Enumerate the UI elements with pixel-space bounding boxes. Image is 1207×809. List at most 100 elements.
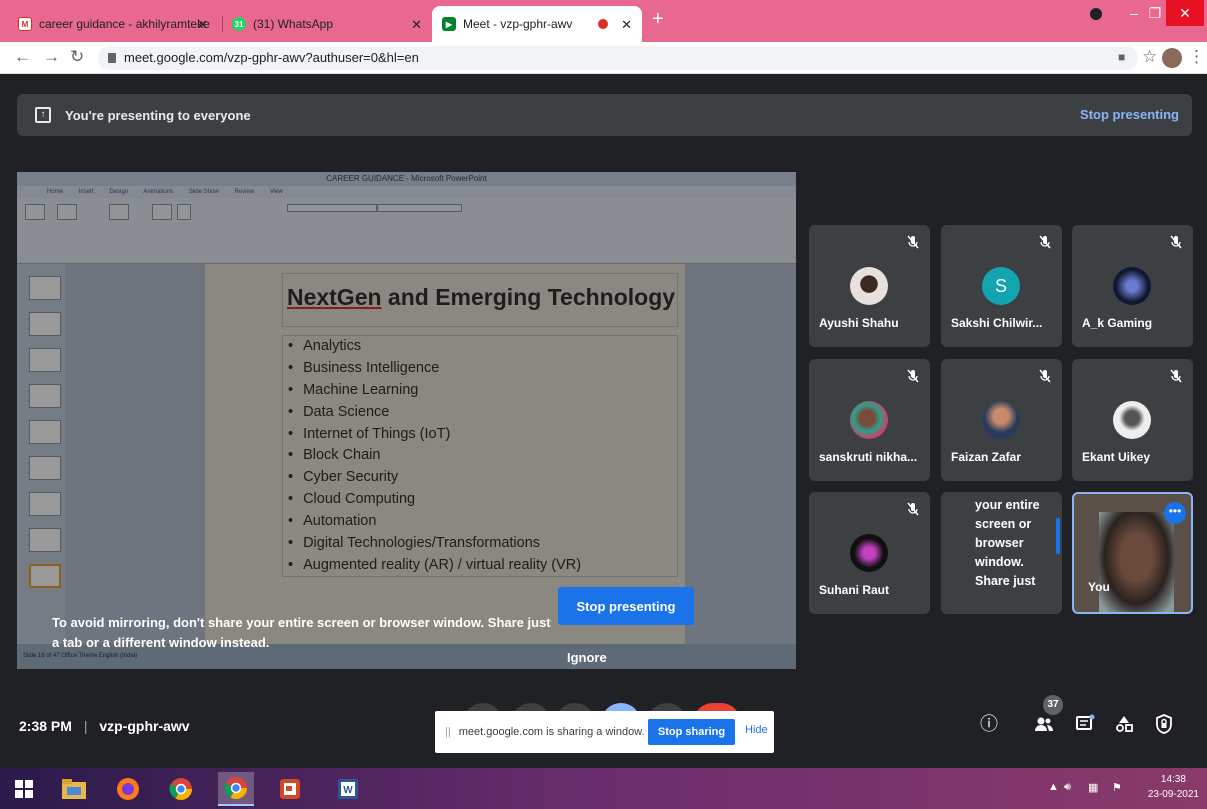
participant-name: Sakshi Chilwir... (951, 316, 1043, 330)
chrome-active-icon[interactable] (218, 772, 254, 806)
sharing-notification: || meet.google.com is sharing a window. … (435, 711, 774, 753)
powerpoint-icon[interactable] (272, 772, 308, 806)
people-count-badge: 37 (1043, 695, 1063, 715)
presentation-preview-text: your entire screen or browser window. Sh… (975, 498, 1040, 588)
volume-icon[interactable]: 🔊︎ (1064, 781, 1071, 794)
avatar (850, 267, 888, 305)
camera-icon[interactable]: ■ (1118, 50, 1125, 64)
back-icon[interactable]: ← (14, 47, 31, 67)
file-explorer-icon[interactable] (56, 772, 92, 806)
menu-icon[interactable]: ⋮ (1188, 47, 1205, 67)
close-icon[interactable]: ✕ (197, 17, 208, 33)
new-tab-button[interactable]: + (652, 8, 664, 31)
meeting-code: vzp-gphr-awv (99, 718, 190, 734)
presenting-banner: ↑ You're presenting to everyone Stop pre… (17, 94, 1192, 136)
browser-tab-strip: M career guidance - akhilyramteke ✕ 31 (… (0, 0, 1207, 42)
restore-icon[interactable]: ❐ (1144, 0, 1166, 26)
presenting-text: You're presenting to everyone (65, 107, 251, 123)
network-icon[interactable]: ▦ (1088, 781, 1098, 794)
clock-time: 14:38 (1160, 774, 1186, 785)
minimize-icon[interactable]: – (1124, 0, 1144, 26)
self-view-tile[interactable]: ••• You (1072, 492, 1193, 614)
whatsapp-icon: 31 (232, 17, 246, 31)
chat-icon[interactable] (1074, 713, 1096, 735)
recording-indicator-icon (598, 19, 608, 29)
stop-presenting-link[interactable]: Stop presenting (1080, 107, 1179, 122)
reload-icon[interactable]: ↻ (70, 47, 84, 67)
self-label: You (1088, 580, 1110, 594)
avatar: S (982, 267, 1020, 305)
chrome-icon[interactable] (163, 772, 199, 806)
drag-handle-icon[interactable]: || (445, 726, 451, 738)
host-controls-icon[interactable] (1153, 713, 1175, 735)
people-icon[interactable] (1033, 713, 1055, 735)
avatar (1113, 401, 1151, 439)
participant-tile[interactable]: S Sakshi Chilwir... (941, 225, 1062, 347)
participant-name: Ayushi Shahu (819, 316, 899, 330)
ignore-button[interactable]: Ignore (567, 650, 607, 665)
info-icon[interactable]: ⓘ (978, 713, 1000, 735)
tray-arrow-icon[interactable]: ▲ (1048, 781, 1059, 793)
more-options-icon[interactable]: ••• (1164, 502, 1186, 524)
participant-tile[interactable]: Ayushi Shahu (809, 225, 930, 347)
avatar (850, 534, 888, 572)
stop-sharing-button[interactable]: Stop sharing (648, 719, 735, 745)
taskbar-clock[interactable]: 14:38 23-09-2021 (1148, 772, 1199, 802)
participant-tile[interactable]: Ekant Uikey (1072, 359, 1193, 481)
browser-toolbar: ← → ↻ meet.google.com/vzp-gphr-awv?authu… (0, 42, 1207, 74)
profile-indicator-icon[interactable] (1090, 8, 1102, 20)
forward-icon[interactable]: → (43, 47, 60, 67)
participant-tile[interactable]: sanskruti nikha... (809, 359, 930, 481)
hide-button[interactable]: Hide (745, 724, 768, 736)
mic-off-icon (907, 502, 919, 516)
tab-title: (31) WhatsApp (253, 17, 334, 31)
participant-name: Faizan Zafar (951, 450, 1022, 464)
participant-tile[interactable]: A_k Gaming (1072, 225, 1193, 347)
divider: | (83, 718, 88, 734)
participant-name: Suhani Raut (819, 583, 890, 597)
participant-name: Ekant Uikey (1082, 450, 1151, 464)
mic-off-icon (1170, 235, 1182, 249)
meeting-time: 2:38 PM | vzp-gphr-awv (19, 718, 190, 734)
present-icon: ↑ (35, 107, 51, 123)
participant-tile[interactable]: Suhani Raut (809, 492, 930, 614)
sharing-text: meet.google.com is sharing a window. (458, 726, 645, 738)
tab-whatsapp[interactable]: 31 (31) WhatsApp ✕ (222, 6, 432, 42)
gmail-icon: M (18, 17, 32, 31)
mic-off-icon (907, 369, 919, 383)
mirroring-warning: To avoid mirroring, don't share your ent… (52, 615, 551, 650)
close-icon[interactable]: ✕ (411, 17, 422, 33)
windows-start-icon[interactable] (6, 772, 42, 806)
flag-icon[interactable]: ⚑ (1112, 781, 1122, 794)
self-video (1099, 512, 1174, 612)
scroll-indicator (1056, 518, 1060, 554)
url-text: meet.google.com/vzp-gphr-awv?authuser=0&… (124, 50, 419, 65)
tab-gmail[interactable]: M career guidance - akhilyramteke ✕ (8, 6, 218, 42)
close-icon[interactable]: ✕ (621, 17, 632, 33)
meet-stage: ↑ You're presenting to everyone Stop pre… (0, 75, 1207, 768)
star-icon[interactable]: ☆ (1142, 47, 1157, 67)
firefox-icon[interactable] (110, 772, 146, 806)
address-bar[interactable]: meet.google.com/vzp-gphr-awv?authuser=0&… (98, 46, 1138, 70)
close-window-icon[interactable]: ✕ (1166, 0, 1204, 26)
mic-off-icon (907, 235, 919, 249)
presentation-tile[interactable]: your entire screen or browser window. Sh… (941, 492, 1062, 614)
avatar[interactable] (1162, 48, 1182, 68)
avatar (982, 401, 1020, 439)
participant-name: A_k Gaming (1082, 316, 1153, 330)
svg-text:W: W (343, 785, 353, 796)
tab-meet[interactable]: ▶ Meet - vzp-gphr-awv ✕ (432, 6, 642, 42)
mic-off-icon (1039, 369, 1051, 383)
word-icon[interactable]: W (330, 772, 366, 806)
activities-icon[interactable] (1113, 713, 1135, 735)
participant-tile[interactable]: Faizan Zafar (941, 359, 1062, 481)
participant-name: sanskruti nikha... (819, 450, 918, 464)
avatar (1113, 267, 1151, 305)
mic-off-icon (1170, 369, 1182, 383)
mic-off-icon (1039, 235, 1051, 249)
stop-presenting-button[interactable]: Stop presenting (558, 587, 694, 625)
windows-taskbar: W ▲ 🔊︎ ▦ ⚑ 14:38 23-09-2021 (0, 768, 1207, 809)
meet-icon: ▶ (442, 17, 456, 31)
lock-icon (108, 53, 116, 63)
avatar (850, 401, 888, 439)
